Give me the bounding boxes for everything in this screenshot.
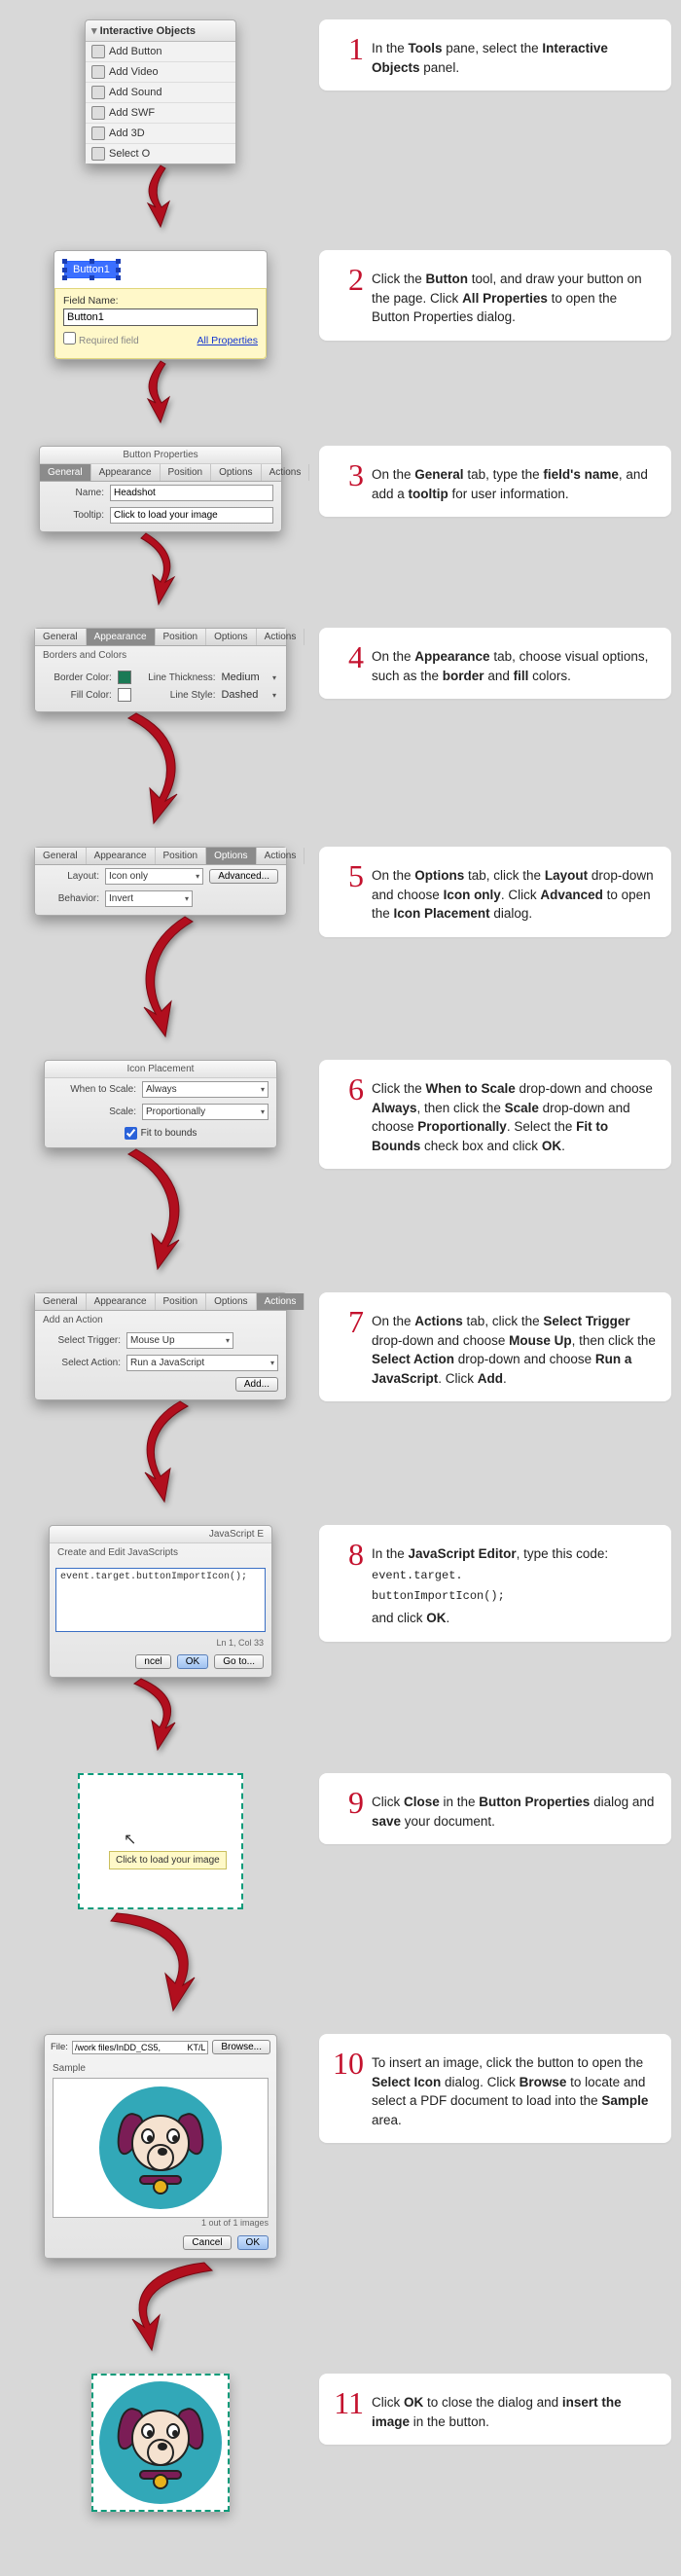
step-10: 10 To insert an image, click the button …	[319, 2034, 671, 2143]
step-1: 1 In the Tools pane, select the Interact…	[319, 19, 671, 91]
tab-options[interactable]: Options	[206, 848, 256, 864]
select-trigger[interactable]: Mouse Up	[126, 1332, 233, 1349]
select-action[interactable]: Run a JavaScript	[126, 1355, 278, 1371]
tooltip: Click to load your image	[109, 1851, 227, 1869]
tools-panel: Interactive Objects Add Button Add Video…	[85, 19, 236, 164]
tab-options[interactable]: Options	[211, 464, 261, 481]
cancel-button[interactable]: ncel	[135, 1654, 170, 1669]
step-6: 6 Click the When to Scale drop-down and …	[319, 1060, 671, 1169]
tab-appearance[interactable]: Appearance	[91, 464, 161, 481]
tab-general[interactable]: General	[40, 464, 91, 481]
tab-actions[interactable]: Actions	[257, 1293, 305, 1310]
tab-position[interactable]: Position	[161, 464, 212, 481]
tooltip-input[interactable]	[110, 507, 273, 524]
javascript-editor: JavaScript E Create and Edit JavaScripts…	[49, 1525, 272, 1678]
step-2: 2 Click the Button tool, and draw your b…	[319, 250, 671, 341]
tool-item[interactable]: Add Sound	[86, 82, 235, 102]
layout-select[interactable]: Icon only	[105, 868, 203, 885]
tool-item[interactable]: Add SWF	[86, 102, 235, 123]
tabs: General Appearance Position Options Acti…	[40, 464, 281, 482]
goto-button[interactable]: Go to...	[214, 1654, 264, 1669]
fill-color-swatch[interactable]	[118, 688, 131, 702]
button-placeholder[interactable]: ↖ Click to load your image	[78, 1773, 243, 1909]
tool-item[interactable]: Add Video	[86, 61, 235, 82]
required-checkbox[interactable]: Required field	[63, 332, 139, 346]
button-properties-general: Button Properties General Appearance Pos…	[39, 446, 282, 532]
code-area[interactable]: event.target.buttonImportIcon();	[55, 1568, 266, 1632]
flow-arrow	[107, 912, 214, 1038]
flow-arrow	[117, 1674, 204, 1752]
flow-arrow	[126, 356, 195, 424]
ok-button[interactable]: OK	[177, 1654, 208, 1669]
tab-actions[interactable]: Actions	[262, 464, 310, 481]
flow-arrow	[107, 1144, 214, 1271]
field-name-label: Field Name:	[63, 295, 258, 307]
button-properties-actions: General Appearance Position Options Acti…	[34, 1292, 287, 1400]
all-properties-link[interactable]: All Properties	[197, 335, 258, 346]
advanced-button[interactable]: Advanced...	[209, 869, 278, 884]
step-7: 7 On the Actions tab, click the Select T…	[319, 1292, 671, 1401]
flow-arrow	[97, 1905, 224, 2013]
file-path-input[interactable]	[72, 2041, 208, 2054]
flow-arrow	[112, 1397, 209, 1504]
flow-arrow	[107, 708, 214, 825]
browse-button[interactable]: Browse...	[212, 2040, 270, 2054]
step-9: 9 Click Close in the Button Properties d…	[319, 1773, 671, 1844]
field-card: Button1 Field Name: Required field All P…	[54, 250, 268, 360]
ok-button[interactable]: OK	[237, 2235, 269, 2250]
field-name-input[interactable]	[63, 308, 258, 326]
cancel-button[interactable]: Cancel	[183, 2235, 231, 2250]
name-input[interactable]	[110, 485, 273, 501]
scale-select[interactable]: Proportionally	[142, 1104, 269, 1120]
step-4: 4 On the Appearance tab, choose visual o…	[319, 628, 671, 699]
tool-item[interactable]: Add 3D	[86, 123, 235, 143]
line-thickness-select[interactable]: Medium	[221, 671, 276, 683]
behavior-select[interactable]: Invert	[105, 890, 193, 907]
add-button[interactable]: Add...	[235, 1377, 278, 1392]
button-properties-appearance: General Appearance Position Options Acti…	[34, 628, 287, 712]
line-style-select[interactable]: Dashed	[221, 689, 276, 701]
flow-arrow	[122, 528, 199, 606]
tab-appearance[interactable]: Appearance	[87, 629, 156, 645]
border-color-swatch[interactable]	[118, 671, 131, 684]
cursor-icon: ↖	[124, 1830, 136, 1849]
step-11: 11 Click OK to close the dialog and inse…	[319, 2374, 671, 2445]
flow-arrow	[97, 2255, 224, 2352]
step-3: 3 On the General tab, type the field's n…	[319, 446, 671, 517]
select-icon-dialog: File: Browse... Sample 1 out of 1 images	[44, 2034, 277, 2259]
flow-arrow	[126, 161, 195, 229]
step-5: 5 On the Options tab, click the Layout d…	[319, 847, 671, 937]
button-properties-options: General Appearance Position Options Acti…	[34, 847, 287, 916]
step-text: In the Tools pane, select the Interactiv…	[372, 33, 656, 77]
tool-item[interactable]: Add Button	[86, 42, 235, 61]
when-to-scale-select[interactable]: Always	[142, 1081, 269, 1098]
selected-button[interactable]: Button1	[64, 261, 119, 278]
icon-placement-dialog: Icon Placement When to Scale:Always Scal…	[44, 1060, 277, 1148]
sample-image	[99, 2086, 222, 2209]
step-8: 8 In the JavaScript Editor, type this co…	[319, 1525, 671, 1642]
tools-panel-title[interactable]: Interactive Objects	[86, 20, 235, 42]
button-with-image[interactable]	[91, 2374, 230, 2512]
